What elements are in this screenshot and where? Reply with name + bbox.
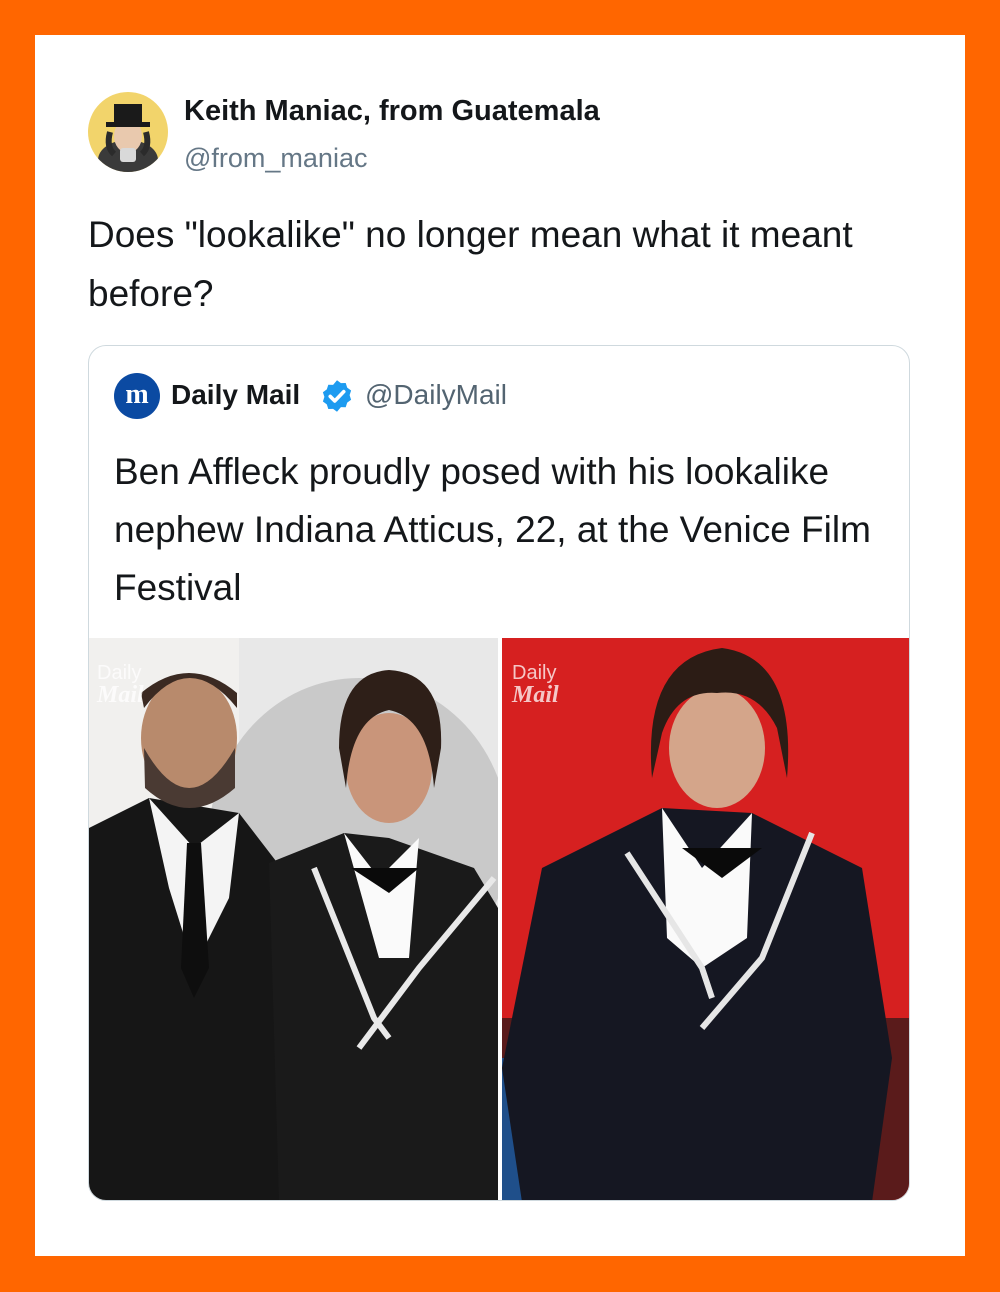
photo-two-men-in-suits [89,638,498,1200]
author-name[interactable]: Keith Maniac, from Guatemala [184,95,600,128]
quoted-tweet-text: Ben Affleck proudly posed with his looka… [114,451,871,608]
watermark-left: Daily Mail [97,662,144,708]
quoted-image-left[interactable]: Daily Mail [89,638,498,1200]
daily-mail-logo-icon: m [114,373,160,419]
verified-badge-icon [322,380,352,412]
photo-young-man-in-suit [502,638,909,1200]
quoted-author-name[interactable]: Daily Mail [171,379,300,411]
logo-letter: m [125,379,149,410]
quoted-image-right[interactable]: Daily Mail [502,638,909,1200]
author-handle[interactable]: @from_maniac [184,143,367,174]
watermark-line2: Mail [97,682,144,708]
quoted-author-handle[interactable]: @DailyMail [365,379,507,411]
watermark-right: Daily Mail [512,662,559,708]
avatar-image [88,92,168,172]
quoted-tweet[interactable]: m Daily Mail @DailyMail Ben Affleck prou… [88,345,910,1201]
watermark-line1: Daily [97,662,142,684]
watermark-line2: Mail [512,682,559,708]
watermark-line1: Daily [512,662,557,684]
tweet-card: Keith Maniac, from Guatemala @from_mania… [35,35,965,1256]
user-avatar[interactable] [88,92,168,172]
tweet-text: Does "lookalike" no longer mean what it … [88,214,853,314]
